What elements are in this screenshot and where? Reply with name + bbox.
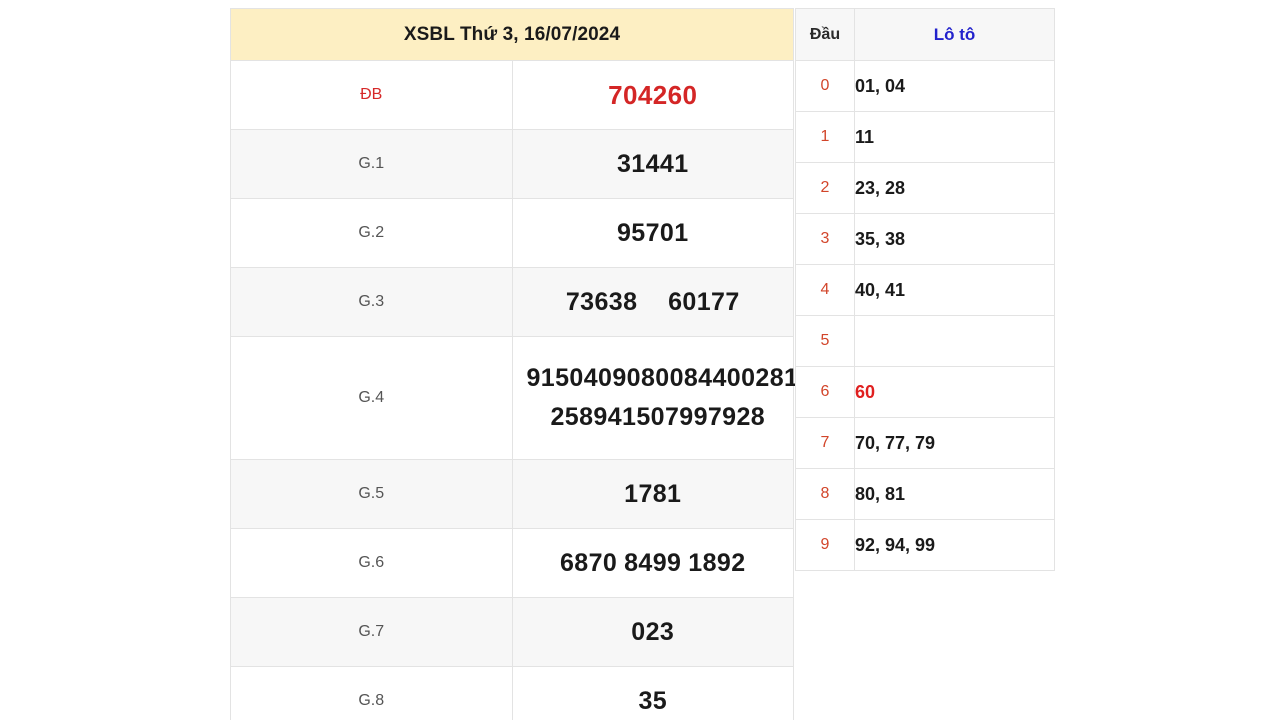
prize-label-g3: G.3 <box>230 267 513 337</box>
table-row-g2: G.2 95701 <box>230 198 794 268</box>
loto-header-row: Đầu Lô tô <box>795 8 1055 61</box>
prize-label-g8: G.8 <box>230 666 513 720</box>
lottery-results-page: XSBL Thứ 3, 16/07/2024 ĐB 704260 G.1 314… <box>0 0 1280 720</box>
loto-dau-4: 4 <box>795 264 855 316</box>
prize-value-g5: 1781 <box>511 459 794 529</box>
loto-row: 8 80, 81 <box>795 468 1055 520</box>
loto-summary-table: Đầu Lô tô 0 01, 04 1 11 2 23, 28 3 35, 3… <box>795 8 1055 571</box>
loto-row: 6 60 <box>795 366 1055 418</box>
loto-row: 3 35, 38 <box>795 213 1055 265</box>
loto-values-8: 80, 81 <box>854 468 1055 520</box>
prize-values-g3: 73638 60177 <box>511 267 794 337</box>
prize-label-g2: G.2 <box>230 198 513 268</box>
prize-label-g1: G.1 <box>230 129 513 199</box>
loto-dau-0: 0 <box>795 60 855 112</box>
loto-values-7: 70, 77, 79 <box>854 417 1055 469</box>
loto-values-9: 92, 94, 99 <box>854 519 1055 571</box>
prize-value-g8: 35 <box>511 666 794 720</box>
prize-label-g5: G.5 <box>230 459 513 529</box>
loto-values-2: 23, 28 <box>854 162 1055 214</box>
loto-values-4: 40, 41 <box>854 264 1055 316</box>
prize-values-g6: 6870 8499 1892 <box>511 528 794 598</box>
table-row-g1: G.1 31441 <box>230 129 794 199</box>
loto-dau-8: 8 <box>795 468 855 520</box>
prize-number: 09080 <box>598 364 670 392</box>
prize-values-g4: 91504 09080 08440 02811 25894 15079 9792… <box>511 336 811 460</box>
loto-values-5 <box>854 315 1055 367</box>
results-title: XSBL Thứ 3, 16/07/2024 <box>230 8 794 61</box>
prize-number: 08440 <box>669 364 742 392</box>
prize-number: 8499 <box>624 548 682 577</box>
prize-number: 91504 <box>526 364 599 392</box>
loto-header-dau: Đầu <box>795 8 855 61</box>
loto-dau-1: 1 <box>795 111 855 163</box>
table-row-db: ĐB 704260 <box>230 60 794 130</box>
prize-number: 73638 <box>565 287 638 316</box>
loto-dau-5: 5 <box>795 315 855 367</box>
prize-label-g6: G.6 <box>230 528 513 598</box>
prize-number: 97928 <box>693 403 766 431</box>
prize-label-db: ĐB <box>230 60 513 130</box>
loto-row: 1 11 <box>795 111 1055 163</box>
loto-row: 7 70, 77, 79 <box>795 417 1055 469</box>
prize-number: 15079 <box>622 403 694 431</box>
loto-dau-2: 2 <box>795 162 855 214</box>
loto-values-3: 35, 38 <box>854 213 1055 265</box>
prize-label-g7: G.7 <box>230 597 513 667</box>
table-row-g6: G.6 6870 8499 1892 <box>230 528 794 598</box>
table-row-g5: G.5 1781 <box>230 459 794 529</box>
loto-header-loto: Lô tô <box>854 8 1055 61</box>
prize-value-db: 704260 <box>511 60 794 130</box>
prize-number: 1892 <box>688 548 746 577</box>
loto-row: 9 92, 94, 99 <box>795 519 1055 571</box>
loto-dau-3: 3 <box>795 213 855 265</box>
prize-number: 60177 <box>668 287 740 316</box>
loto-row: 4 40, 41 <box>795 264 1055 316</box>
prize-value-g7: 023 <box>511 597 794 667</box>
loto-values-0: 01, 04 <box>854 60 1055 112</box>
loto-dau-6: 6 <box>795 366 855 418</box>
prize-value-g1: 31441 <box>511 129 794 199</box>
lottery-results-table: XSBL Thứ 3, 16/07/2024 ĐB 704260 G.1 314… <box>230 8 811 720</box>
loto-dau-9: 9 <box>795 519 855 571</box>
table-row-g8: G.8 35 <box>230 666 794 720</box>
loto-row: 2 23, 28 <box>795 162 1055 214</box>
prize-number: 6870 <box>559 548 618 577</box>
table-title-row: XSBL Thứ 3, 16/07/2024 <box>230 8 794 61</box>
table-row-g3: G.3 73638 60177 <box>230 267 794 337</box>
loto-values-1: 11 <box>854 111 1055 163</box>
table-row-g7: G.7 023 <box>230 597 794 667</box>
table-row-g4: G.4 91504 09080 08440 02811 25894 15079 … <box>230 336 811 460</box>
loto-row: 0 01, 04 <box>795 60 1055 112</box>
prize-label-g4: G.4 <box>230 336 513 460</box>
loto-values-6: 60 <box>854 366 1055 418</box>
loto-dau-7: 7 <box>795 417 855 469</box>
prize-value-g2: 95701 <box>511 198 794 268</box>
loto-row: 5 <box>795 315 1055 367</box>
prize-number: 25894 <box>550 403 623 431</box>
